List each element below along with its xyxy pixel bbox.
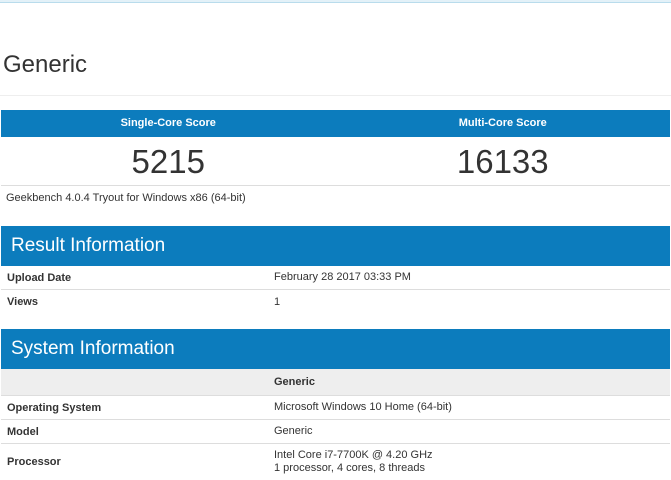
upload-date-label: Upload Date (7, 271, 72, 284)
multi-core-score-header: Multi-Core Score (458, 117, 547, 129)
page-title: Generic (3, 51, 88, 78)
processor-value: Intel Core i7-7700K @ 4.20 GHz 1 process… (268, 449, 670, 475)
operating-system-label: Operating System (7, 401, 102, 414)
processor-row: Processor Intel Core i7-7700K @ 4.20 GHz… (1, 444, 670, 480)
operating-system-row: Operating System Microsoft Windows 10 Ho… (1, 396, 670, 420)
multi-core-score-value: 16133 (456, 143, 549, 180)
single-core-score-value: 5215 (131, 143, 205, 180)
views-value: 1 (274, 295, 281, 308)
system-subheader-label: Generic (274, 375, 315, 388)
processor-topology: 1 processor, 4 cores, 8 threads (274, 462, 426, 474)
single-core-score-header: Single-Core Score (120, 117, 216, 129)
upload-date-value: February 28 2017 03:33 PM (274, 271, 411, 283)
geekbench-result-page: Generic Single-Core Score Multi-Core Sco… (0, 0, 671, 480)
operating-system-value: Microsoft Windows 10 Home (64-bit) (274, 401, 452, 413)
system-information-header: System Information (1, 329, 670, 369)
title-divider (0, 95, 671, 96)
model-label: Model (7, 425, 39, 438)
system-subheader-row: Generic (1, 369, 670, 396)
processor-model: Intel Core i7-7700K @ 4.20 GHz (274, 449, 433, 461)
score-table-values: 5215 16133 (1, 137, 670, 186)
score-table-header: Single-Core Score Multi-Core Score (1, 110, 670, 137)
model-row: Model Generic (1, 420, 670, 444)
model-value: Generic (274, 425, 313, 437)
views-label: Views (7, 296, 38, 308)
views-row: Views 1 (1, 290, 670, 314)
upload-date-row: Upload Date February 28 2017 03:33 PM (1, 266, 670, 290)
processor-label: Processor (7, 456, 61, 468)
top-banner-strip (0, 0, 671, 3)
result-information-header: Result Information (1, 226, 670, 266)
benchmark-version: Geekbench 4.0.4 Tryout for Windows x86 (… (6, 192, 246, 204)
